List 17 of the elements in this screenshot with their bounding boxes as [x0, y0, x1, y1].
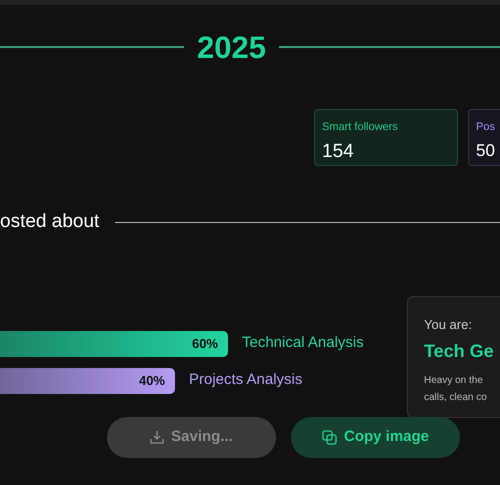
copy-icon	[322, 430, 337, 444]
copy-button[interactable]: Copy image	[291, 416, 460, 458]
topic-percent: 60%	[192, 334, 218, 353]
persona-intro: You are:	[424, 316, 473, 334]
stat-label: Smart followers	[322, 120, 399, 135]
persona-description: calls, clean co	[424, 391, 488, 405]
topic-percent: 40%	[138, 372, 165, 390]
year-heading: 2025	[197, 32, 266, 62]
stat-value: 50	[476, 140, 495, 162]
download-icon	[150, 430, 164, 444]
section-heading: osted about	[0, 210, 100, 234]
topic-name: Technical Analysis	[242, 333, 364, 354]
stat-value: 154	[322, 140, 354, 164]
topic-name: Projects Analysis	[189, 370, 302, 390]
stat-label: Pos	[476, 120, 496, 135]
persona-title: Tech Ge	[424, 340, 494, 363]
persona-description: Heavy on the	[424, 374, 484, 388]
